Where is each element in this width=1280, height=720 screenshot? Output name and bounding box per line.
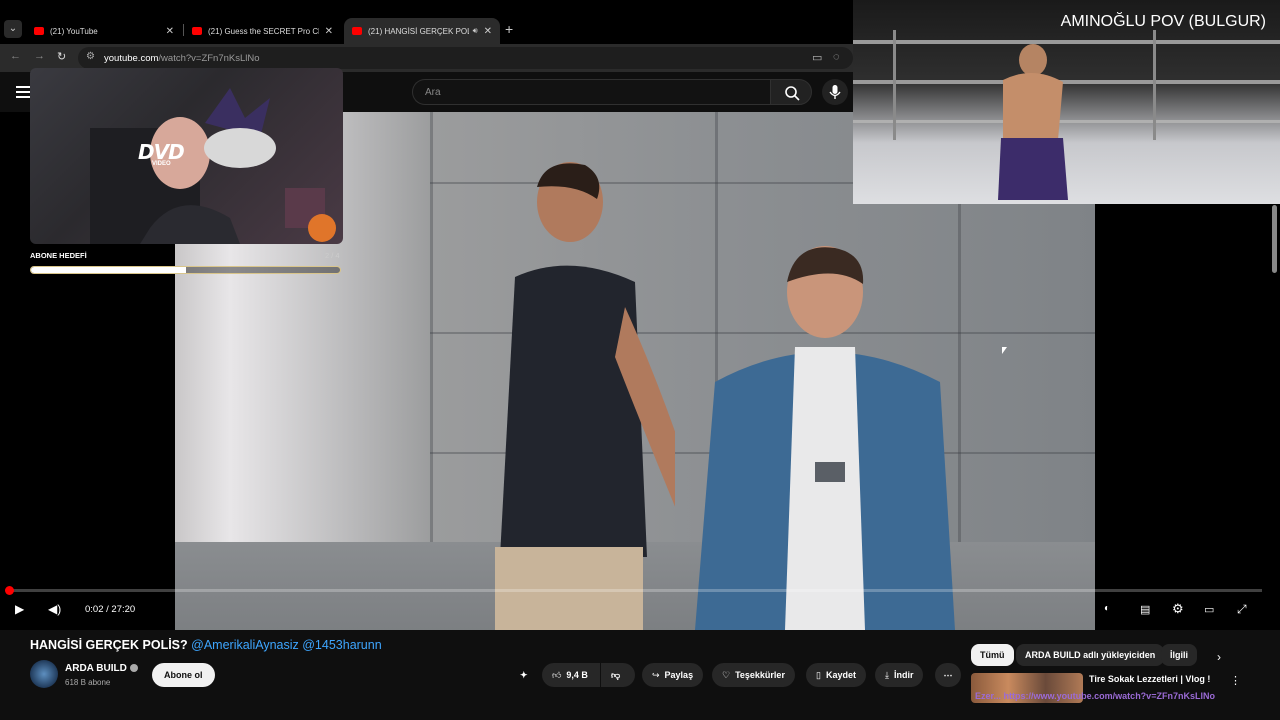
- new-tab-button[interactable]: +: [505, 21, 513, 37]
- ai-sparkle-icon[interactable]: ✦: [520, 663, 542, 687]
- more-icon: ⋯: [943, 670, 953, 680]
- search-placeholder: Ara: [425, 87, 441, 98]
- thanks-label: Teşekkürler: [735, 670, 785, 680]
- voice-search-button[interactable]: [822, 79, 848, 105]
- subscribe-button[interactable]: Abone ol: [152, 663, 215, 687]
- recommended-video-title[interactable]: Tire Sokak Lezzetleri | Vlog !: [1089, 674, 1210, 684]
- time-display: 0:02 / 27:20: [85, 604, 136, 615]
- chip-related[interactable]: İlgili: [1161, 644, 1197, 666]
- microphone-icon: [829, 85, 841, 99]
- speaker-icon[interactable]: 🔊︎: [473, 26, 478, 36]
- more-actions-button[interactable]: ⋯: [935, 663, 961, 687]
- dislike-button[interactable]: 👎︎: [601, 663, 635, 687]
- mouse-cursor-icon: [1002, 347, 1007, 354]
- back-icon[interactable]: ←: [10, 50, 21, 62]
- site-info-icon[interactable]: ⚙: [86, 51, 95, 62]
- share-button[interactable]: ↪ Paylaş: [642, 663, 704, 687]
- browser-tab[interactable]: (21) Guess the SECRET Pro Clim ✕: [184, 18, 341, 44]
- tab-close-icon[interactable]: ✕: [484, 26, 492, 37]
- webcam-feed: [90, 88, 336, 244]
- share-icon: ↪: [652, 670, 660, 680]
- cast-icon[interactable]: ▭: [812, 51, 822, 64]
- channel-avatar[interactable]: [30, 660, 58, 688]
- browser-tab[interactable]: (21) YouTube ✕: [26, 18, 182, 44]
- video-title: HANGİSİ GERÇEK POLİS? @AmerikaliAynasiz …: [30, 638, 382, 652]
- bookmark-icon: ▯: [816, 670, 821, 680]
- subtitles-icon[interactable]: ▤: [1140, 603, 1150, 616]
- subscriber-count: 618 B abone: [65, 678, 111, 687]
- volume-icon[interactable]: ◀︎): [48, 602, 61, 616]
- wall-panel: [430, 112, 433, 542]
- video-title-mentions[interactable]: @AmerikaliAynasiz @1453harunn: [191, 638, 382, 652]
- search-button[interactable]: [770, 79, 812, 105]
- thumbs-up-icon: 👍︎: [552, 670, 562, 680]
- tab-close-icon[interactable]: ✕: [166, 26, 174, 37]
- video-details: HANGİSİ GERÇEK POLİS? @AmerikaliAynasiz …: [0, 630, 1280, 720]
- settings-gear-icon[interactable]: ⚙: [1172, 601, 1184, 617]
- chat-ticker-text: Ezer... https://www.youtube.com/watch?v=…: [975, 691, 1215, 701]
- like-button[interactable]: 👍︎ 9,4 B: [542, 663, 600, 687]
- kebab-menu-icon[interactable]: ⋮: [1230, 674, 1241, 687]
- tab-search-icon[interactable]: ⌄: [4, 20, 22, 38]
- youtube-favicon-icon: [192, 27, 202, 35]
- search-icon: [785, 86, 800, 101]
- url-field[interactable]: ⚙ youtube.com/watch?v=ZFn7nKsLlNo ▭ ◌: [78, 47, 853, 69]
- autoplay-toggle-icon[interactable]: ◐: [1104, 603, 1110, 614]
- subscriber-goal-fill: [31, 267, 186, 273]
- game-overlay-title: AMINOĞLU POV (BULGUR): [1060, 13, 1266, 30]
- theater-mode-icon[interactable]: ▭: [1204, 603, 1214, 616]
- progress-bar[interactable]: [10, 589, 1262, 592]
- subscriber-goal-label: ABONE HEDEFİ: [30, 251, 87, 260]
- search-input[interactable]: Ara: [412, 79, 770, 105]
- tab-close-icon[interactable]: ✕: [325, 26, 333, 37]
- thanks-icon: ♡: [722, 670, 731, 680]
- browser-tab-bar: ⌄ (21) YouTube ✕ (21) Guess the SECRET P…: [0, 0, 853, 44]
- page-scrollbar[interactable]: [1272, 205, 1277, 273]
- chevron-right-icon[interactable]: ›: [1217, 650, 1221, 664]
- game-capture-overlay: AMINOĞLU POV (BULGUR): [853, 0, 1280, 204]
- verified-badge-icon: [129, 664, 138, 673]
- url-host: youtube.com: [104, 53, 159, 64]
- eye-off-icon[interactable]: ◌: [833, 51, 840, 63]
- youtube-favicon-icon: [352, 27, 362, 35]
- download-label: İndir: [893, 670, 914, 680]
- person-dark-shirt: [495, 162, 675, 630]
- subscriber-goal-bar: [30, 266, 341, 274]
- share-label: Paylaş: [664, 670, 694, 680]
- youtube-favicon-icon: [34, 27, 44, 35]
- fullscreen-icon[interactable]: ⤢: [1237, 602, 1247, 617]
- chip-all[interactable]: Tümü: [971, 644, 1014, 666]
- download-button[interactable]: ⤓ İndir: [875, 663, 924, 687]
- reload-icon[interactable]: ↻: [57, 50, 66, 63]
- download-icon: ⤓: [885, 670, 889, 680]
- tab-title: (21) HANGİSİ GERÇEK POLİ: [368, 26, 469, 36]
- person-blue-jacket: [695, 246, 955, 630]
- subscriber-goal-count: 2 / 4: [325, 251, 340, 260]
- chip-from-uploader[interactable]: ARDA BUILD adlı yükleyiciden: [1016, 644, 1165, 666]
- tab-title: (21) Guess the SECRET Pro Clim: [208, 26, 319, 36]
- thumbs-down-icon: 👎︎: [611, 670, 621, 680]
- channel-name-text[interactable]: ARDA BUILD: [65, 663, 127, 674]
- thanks-button[interactable]: ♡ Teşekkürler: [712, 663, 795, 687]
- menu-icon[interactable]: [16, 86, 30, 101]
- url-text: youtube.com/watch?v=ZFn7nKsLlNo: [104, 53, 260, 64]
- save-button[interactable]: ▯ Kaydet: [806, 663, 866, 687]
- like-count: 9,4 B: [566, 670, 588, 680]
- url-path: /watch?v=ZFn7nKsLlNo: [158, 53, 260, 64]
- channel-name[interactable]: ARDA BUILD: [65, 663, 138, 674]
- video-title-text: HANGİSİ GERÇEK POLİS?: [30, 638, 188, 652]
- scrubber-handle[interactable]: [5, 586, 14, 595]
- browser-tab-active[interactable]: (21) HANGİSİ GERÇEK POLİ 🔊︎ ✕: [344, 18, 500, 44]
- save-label: Kaydet: [825, 670, 856, 680]
- play-icon[interactable]: ▶: [15, 602, 24, 616]
- tab-title: (21) YouTube: [50, 26, 98, 36]
- forward-icon[interactable]: →: [34, 50, 45, 62]
- dvd-logo-sub: VIDEO: [152, 161, 171, 167]
- streamer-webcam-overlay: [30, 68, 343, 244]
